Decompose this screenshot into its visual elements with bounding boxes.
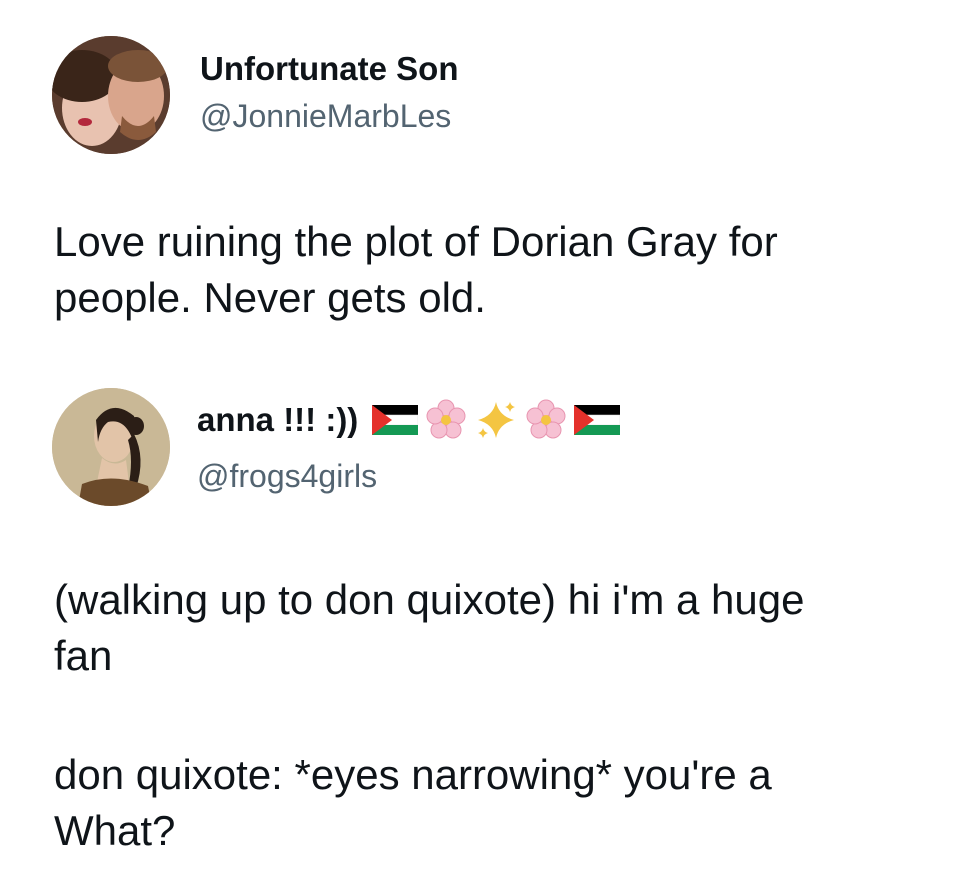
avatar-photo-icon <box>52 36 170 154</box>
sparkles-icon <box>478 402 516 438</box>
display-name[interactable]: Unfortunate Son <box>200 50 458 88</box>
cherry-blossom-icon <box>526 399 566 439</box>
tweet-text: Love ruining the plot of Dorian Gray for… <box>54 218 778 321</box>
avatar[interactable] <box>52 388 170 506</box>
avatar-painting-icon <box>52 388 170 506</box>
user-handle[interactable]: @frogs4girls <box>197 458 377 495</box>
cherry-blossom-icon <box>426 399 466 439</box>
name-emojis <box>372 398 621 442</box>
palestine-flag-icon <box>574 405 621 435</box>
tweet-text-paragraph: (walking up to don quixote) hi i'm a hug… <box>54 576 805 679</box>
avatar[interactable] <box>52 36 170 154</box>
display-name-row[interactable]: anna !!! :)) <box>197 398 621 442</box>
palestine-flag-icon <box>372 405 419 435</box>
user-handle[interactable]: @JonnieMarbLes <box>200 98 451 135</box>
tweet-text-paragraph: don quixote: *eyes narrowing* you're a W… <box>54 751 772 854</box>
display-name[interactable]: anna !!! :)) <box>197 401 358 439</box>
